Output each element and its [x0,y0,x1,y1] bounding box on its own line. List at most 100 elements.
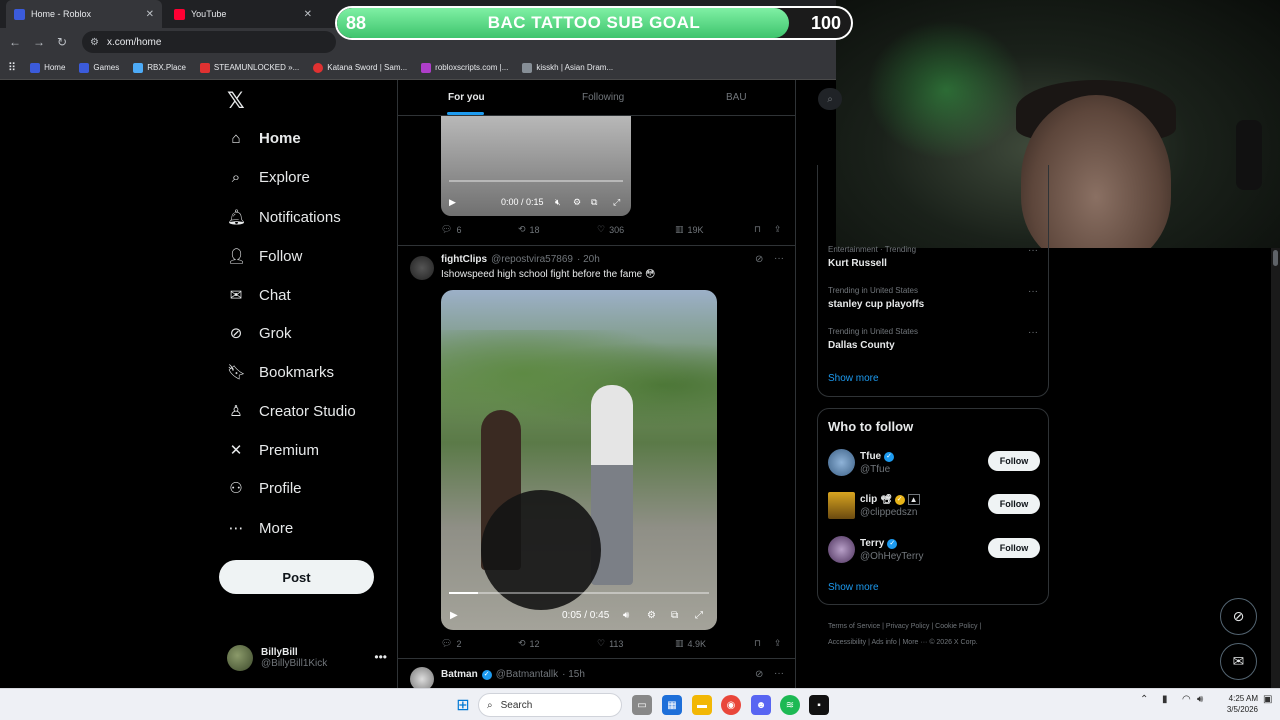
like-button[interactable]: ♡ 113 [597,638,623,649]
url-bar[interactable]: ⚙ x.com/home [82,31,336,53]
trend-item[interactable]: Entertainment · Trending Kurt Russell ··… [828,245,1038,269]
nav-chat[interactable]: ✉ Chat [227,286,291,305]
more-options-icon[interactable]: ··· [774,253,784,264]
back-icon[interactable]: ← [9,35,21,49]
author-name[interactable]: Batman [441,669,478,680]
tray-overflow-icon[interactable]: ⌃ [1140,694,1148,705]
footer-link[interactable]: Accessibility [828,639,866,646]
footer-link[interactable]: Cookie Policy [935,623,977,630]
more-options-icon[interactable]: ··· [1028,245,1038,256]
discord-icon[interactable]: ☻ [751,695,771,715]
video-progress[interactable] [449,180,623,182]
avatar[interactable] [828,449,855,476]
bookmark-games[interactable]: Games [79,62,119,73]
widgets-icon[interactable]: ▦ [662,695,682,715]
follow-suggestion[interactable]: Tfue ✓ @Tfue Follow [828,449,1040,477]
post-button[interactable]: Post [219,560,374,594]
close-tab-icon[interactable]: ✕ [146,9,154,20]
post-video[interactable]: ▶ 0:05 / 0:45 🔊︎ ⚙ ⧉ ⤢ [441,290,717,630]
more-options-icon[interactable]: ··· [774,668,784,679]
close-tab-icon[interactable]: ✕ [304,9,312,20]
tab-roblox[interactable]: Home - Roblox ✕ [6,0,162,28]
post-video[interactable]: ▶ 0:00 / 0:15 🔇︎ ⚙ ⧉ ⤢ [441,116,631,216]
post-time[interactable]: · 15h [562,669,585,680]
footer-link[interactable]: Ads info [871,639,896,646]
bookmark-steamunlocked[interactable]: STEAMUNLOCKED »... [199,62,299,73]
taskbar-search[interactable]: ⌕ Search [478,693,622,717]
share-icon[interactable]: ⇪ [774,638,782,649]
bookmark-katana[interactable]: Katana Sword | Sam... [313,62,407,73]
windows-start-icon[interactable]: ⊞ [453,695,473,715]
video-progress[interactable] [449,592,709,594]
avatar[interactable] [410,256,434,280]
nav-creator-studio[interactable]: ♙ Creator Studio [227,402,355,421]
app-icon[interactable]: ▪ [809,695,829,715]
messages-fab-icon[interactable]: ✉ [1220,643,1257,680]
settings-icon[interactable]: ⚙ [647,610,656,621]
trend-item[interactable]: Trending in United States stanley cup pl… [828,286,1038,310]
nav-grok[interactable]: ⊘ Grok [227,324,292,343]
footer-link[interactable]: Privacy Policy [886,623,930,630]
account-switcher[interactable]: BillyBill @BillyBill1Kick ••• [227,642,387,674]
like-button[interactable]: ♡ 306 [597,224,624,235]
trend-item[interactable]: Trending in United States Dallas County … [828,327,1038,351]
play-icon[interactable]: ▶ [449,197,456,208]
repost-button[interactable]: ⟲ 18 [518,224,540,235]
bookmark-kisskh[interactable]: kisskh | Asian Dram... [522,62,613,73]
more-options-icon[interactable]: ··· [1028,286,1038,297]
follow-button[interactable]: Follow [988,451,1040,471]
volume-icon[interactable]: 🔊︎ [623,610,629,621]
follow-suggestion[interactable]: clip 📽︎ ✓ ▲ @clippedszn Follow [828,492,1040,520]
reply-button[interactable]: 💬︎ 2 [441,638,461,649]
avatar[interactable] [828,536,855,563]
footer-link[interactable]: Terms of Service [828,623,880,630]
tab-bau[interactable]: BAU [726,92,747,103]
reply-button[interactable]: 💬︎ 6 [441,224,461,235]
follow-button[interactable]: Follow [988,538,1040,558]
file-explorer-icon[interactable]: ▬ [692,695,712,715]
scrollbar-thumb[interactable] [1273,250,1278,266]
fullscreen-icon[interactable]: ⤢ [613,197,620,208]
bookmark-robloxscripts[interactable]: robloxscripts.com |... [421,62,508,73]
follow-button[interactable]: Follow [988,494,1040,514]
views-button[interactable]: ▥ 19K [675,224,704,235]
task-view-icon[interactable]: ▭ [632,695,652,715]
settings-icon[interactable]: ⚙ [573,197,581,208]
nav-bookmarks[interactable]: 🔖︎ Bookmarks [227,363,334,382]
author-handle[interactable]: @Batmantallk [496,669,558,680]
follow-suggestion[interactable]: Terry ✓ @OhHeyTerry Follow [828,536,1040,564]
pip-icon[interactable]: ⧉ [591,197,597,208]
play-icon[interactable]: ▶ [450,610,458,621]
footer-link[interactable]: More ··· [902,639,927,646]
more-options-icon[interactable]: ··· [1028,327,1038,338]
grok-icon[interactable]: ⊘ [755,669,763,680]
avatar[interactable] [410,667,434,690]
bookmark-icon[interactable]: ⊓ [754,224,761,235]
post-time[interactable]: · 20h [577,254,600,265]
avatar[interactable] [828,492,855,519]
page-scrollbar[interactable] [1271,248,1280,688]
grok-icon[interactable]: ⊘ [755,254,763,265]
follow-show-more[interactable]: Show more [828,582,879,593]
site-info-icon[interactable]: ⚙ [90,37,99,48]
bookmark-home[interactable]: Home [30,62,65,73]
search-icon[interactable]: ⌕ [818,88,842,110]
tab-youtube[interactable]: YouTube ✕ [166,0,320,28]
bookmark-rbxplace[interactable]: RBX.Place [133,62,186,73]
volume-icon[interactable]: 🔊︎ [1197,694,1203,705]
fullscreen-icon[interactable]: ⤢ [695,610,703,621]
tab-for-you[interactable]: For you [448,92,485,103]
forward-icon[interactable]: → [33,35,45,49]
spotify-icon[interactable]: ≋ [780,695,800,715]
nav-profile[interactable]: ⚇ Profile [227,479,301,498]
nav-follow[interactable]: 👤︎ Follow [227,247,302,266]
nav-home[interactable]: ⌂ Home [227,130,300,147]
nav-notifications[interactable]: 🔔︎ Notifications [227,208,341,227]
repost-button[interactable]: ⟲ 12 [518,638,540,649]
pip-icon[interactable]: ⧉ [671,610,678,621]
chrome-icon[interactable]: ◉ [721,695,741,715]
tab-following[interactable]: Following [582,92,624,103]
nav-more[interactable]: ⋯ More [227,519,294,538]
grok-fab-icon[interactable]: ⊘ [1220,598,1257,635]
mute-icon[interactable]: 🔇︎ [555,197,561,208]
